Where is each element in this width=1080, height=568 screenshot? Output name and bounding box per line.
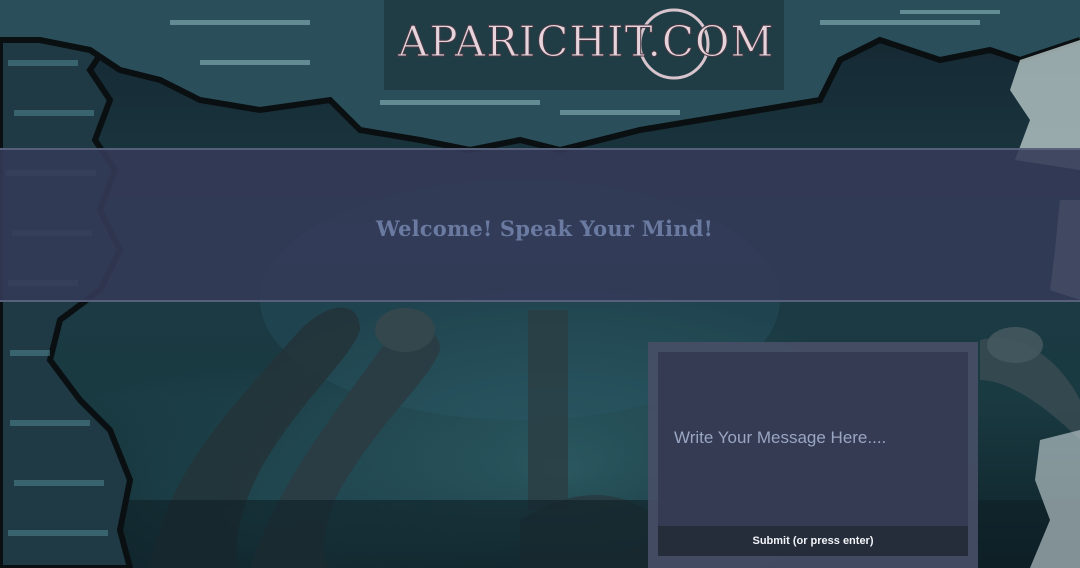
message-form: Submit (or press enter)	[648, 342, 978, 568]
logo-text: APARICHIT.COM	[397, 17, 774, 66]
welcome-heading: Welcome! Speak Your Mind!	[376, 216, 714, 241]
site-logo: APARICHIT.COM	[384, 0, 784, 90]
page-background: APARICHIT.COM Welcome! Speak Your Mind! …	[0, 0, 1080, 568]
message-input[interactable]	[658, 352, 968, 526]
submit-button[interactable]: Submit (or press enter)	[658, 526, 968, 556]
welcome-banner: Welcome! Speak Your Mind!	[0, 148, 1080, 302]
